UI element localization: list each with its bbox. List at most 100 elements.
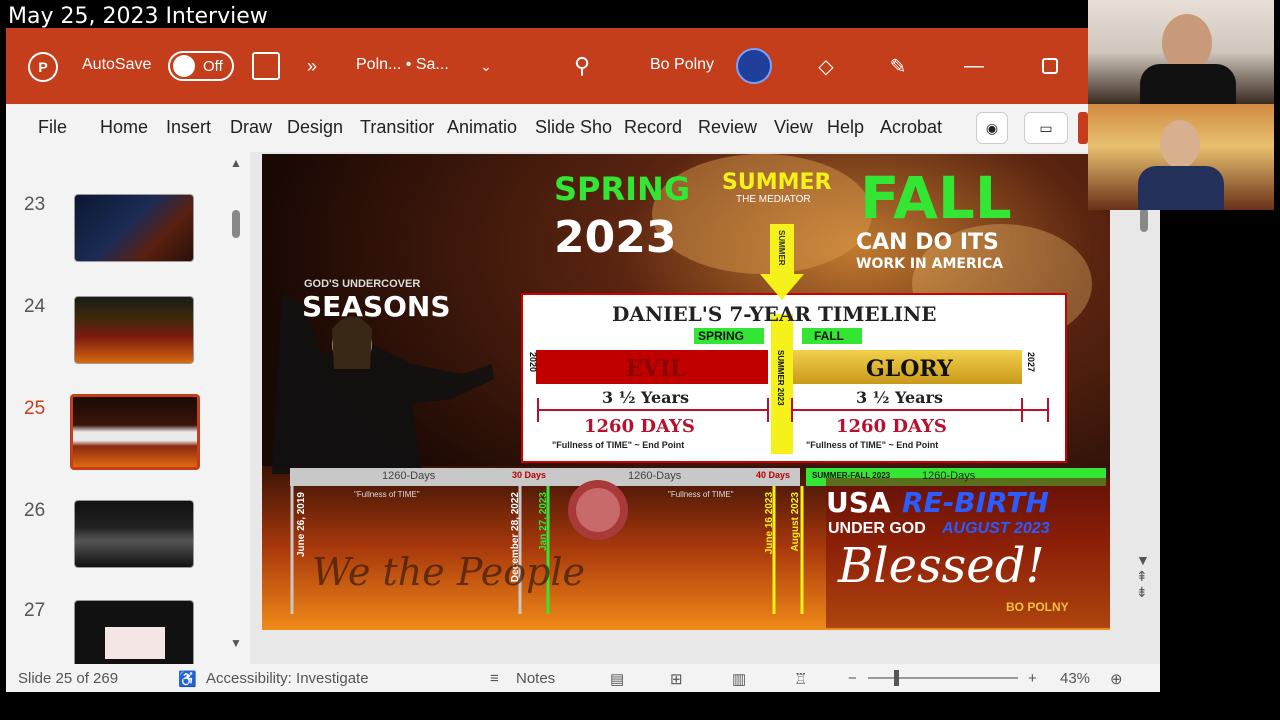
slide-scroll-thumb[interactable]	[1140, 208, 1148, 232]
fall-label: FALL	[814, 329, 844, 343]
fall-subtitle-1: CAN DO ITS	[856, 230, 999, 255]
spring-heading: SPRING	[554, 170, 691, 208]
date-june-2023: June 16 2023	[764, 492, 775, 555]
spring-label: SPRING	[698, 329, 745, 343]
tab-home[interactable]: Home	[100, 117, 148, 138]
date-jan-2023: Jan 27, 2023	[538, 492, 549, 551]
year-start: 2020	[528, 352, 538, 373]
tab-insert[interactable]: Insert	[166, 117, 211, 138]
thumbnail-number: 25	[24, 398, 46, 419]
chevron-down-icon[interactable]: ⌄	[476, 54, 496, 78]
comments-icon[interactable]: ▭	[1024, 112, 1068, 144]
thumbnail-slide-26[interactable]: 26	[6, 492, 226, 572]
days-right: 1260 DAYS	[836, 416, 947, 437]
thumbnail-slide-23[interactable]: 23	[6, 186, 226, 266]
powerpoint-window: P AutoSave Off » Poln... • Sa... ⌄ ⚲ Bo …	[6, 28, 1160, 692]
tab-transitions[interactable]: Transitior	[360, 117, 442, 138]
bopolny-logo: BO POLNY	[1006, 600, 1069, 614]
thumbnail-slide-24[interactable]: 24	[6, 288, 226, 368]
date-august-2023: August 2023	[790, 492, 801, 552]
powerpoint-logo-icon[interactable]: P	[28, 52, 58, 82]
summer-2023-vertical: SUMMER 2023	[776, 350, 785, 406]
accessibility-icon[interactable]: ♿	[178, 670, 197, 688]
notes-button[interactable]: Notes	[516, 670, 555, 687]
slideshow-icon[interactable]: ♖	[794, 670, 807, 688]
slide-sorter-icon[interactable]: ⊞	[670, 670, 683, 688]
rebirth-text: RE-BIRTH	[902, 486, 1049, 519]
zoom-slider-thumb[interactable]	[894, 670, 899, 686]
thumbnail-number: 24	[24, 296, 46, 317]
pen-icon[interactable]: ✎	[884, 52, 912, 80]
title-bar: P AutoSave Off » Poln... • Sa... ⌄ ⚲ Bo …	[6, 28, 1160, 104]
tab-record[interactable]: Record	[624, 117, 682, 138]
bar-label-green-b: 1260-Days	[922, 470, 976, 482]
record-icon[interactable]: ◉	[976, 112, 1008, 144]
reading-view-icon[interactable]: ▥	[732, 670, 746, 688]
ribbon-tabs: File Home Insert Draw Design Transitior …	[6, 104, 1160, 152]
page-nav-icons[interactable]: ▼ ⇞ ⇟	[1136, 552, 1150, 600]
webcam-host	[1088, 0, 1274, 104]
tab-file[interactable]: File	[38, 117, 67, 138]
document-name[interactable]: Poln... • Sa...	[356, 56, 449, 74]
zoom-in-icon[interactable]: +	[1028, 670, 1037, 687]
august-text: AUGUST 2023	[942, 520, 1050, 537]
zoom-level[interactable]: 43%	[1060, 670, 1090, 687]
blessed-text: Blessed!	[838, 538, 1045, 594]
minimize-icon[interactable]: —	[960, 52, 988, 80]
bar-label-1260b: 1260-Days	[628, 470, 682, 482]
glory-label: GLORY	[866, 356, 953, 382]
tab-acrobat[interactable]: Acrobat	[880, 117, 942, 138]
fall-subtitle-2: WORK IN AMERICA	[856, 256, 1004, 272]
zoom-out-icon[interactable]: −	[848, 670, 857, 687]
bar-label-40: 40 Days	[756, 470, 791, 480]
user-name[interactable]: Bo Polny	[650, 56, 714, 74]
tab-view[interactable]: View	[774, 117, 813, 138]
fit-to-window-icon[interactable]: ⊕	[1110, 670, 1123, 688]
bar-label-1260a: 1260-Days	[382, 470, 436, 482]
accessibility-status[interactable]: Accessibility: Investigate	[206, 670, 369, 687]
undercover-text: GOD'S UNDERCOVER	[304, 278, 421, 290]
tab-help[interactable]: Help	[827, 117, 864, 138]
tab-slide-show[interactable]: Slide Sho	[535, 117, 619, 138]
tab-review[interactable]: Review	[698, 117, 757, 138]
maximize-icon[interactable]	[1036, 52, 1064, 80]
status-bar: Slide 25 of 269 ♿ Accessibility: Investi…	[6, 664, 1160, 692]
notes-icon[interactable]: ≡	[490, 670, 499, 687]
thumbnail-slide-27[interactable]: 27	[6, 592, 226, 672]
zoom-slider[interactable]	[868, 670, 1018, 686]
save-icon[interactable]	[252, 52, 280, 80]
thumbnail-slide-25[interactable]: 25	[6, 390, 226, 470]
share-button[interactable]	[1078, 112, 1088, 144]
thumbnail-scrollbar[interactable]: ▲ ▼	[228, 152, 244, 664]
scroll-down-icon[interactable]: ▼	[230, 636, 242, 650]
summer-heading: SUMMER	[722, 170, 832, 195]
under-god-text: UNDER GOD	[828, 520, 926, 537]
slide-scrollbar[interactable]: ▼ ⇞ ⇟	[1134, 152, 1154, 652]
years-left: 3 ½ Years	[602, 388, 689, 407]
search-icon[interactable]: ⚲	[568, 52, 596, 80]
scroll-up-icon[interactable]: ▲	[230, 156, 242, 170]
days-left: 1260 DAYS	[584, 416, 695, 437]
scroll-thumb[interactable]	[232, 210, 240, 238]
fullness-right: "Fullness of TIME" ~ End Point	[806, 440, 939, 450]
thumbnail-image	[70, 394, 200, 470]
tab-design[interactable]: Design	[287, 117, 343, 138]
we-the-people-text: We the People	[312, 550, 586, 594]
autosave-state: Off	[203, 57, 223, 75]
thumbnail-number: 23	[24, 194, 46, 215]
tab-animations[interactable]: Animatio	[447, 117, 529, 138]
more-commands-icon[interactable]: »	[302, 54, 322, 78]
thumbnail-image	[74, 296, 194, 364]
slide-canvas[interactable]: SPRING 2023 SUMMER THE MEDIATOR FALL CAN…	[262, 154, 1110, 630]
slide-counter: Slide 25 of 269	[18, 670, 119, 687]
thumbnail-number: 26	[24, 500, 46, 521]
fullness-small-a: "Fullness of TIME"	[354, 490, 420, 499]
slide-thumbnail-pane: 23 24 25 26 27 ▲ ▼	[6, 152, 250, 668]
avatar[interactable]	[736, 48, 772, 84]
diamond-icon[interactable]: ◇	[812, 52, 840, 80]
normal-view-icon[interactable]: ▤	[610, 670, 624, 688]
tab-draw[interactable]: Draw	[230, 117, 272, 138]
autosave-toggle[interactable]: Off	[168, 51, 234, 81]
bar-label-30: 30 Days	[512, 470, 547, 480]
years-right: 3 ½ Years	[856, 388, 943, 407]
